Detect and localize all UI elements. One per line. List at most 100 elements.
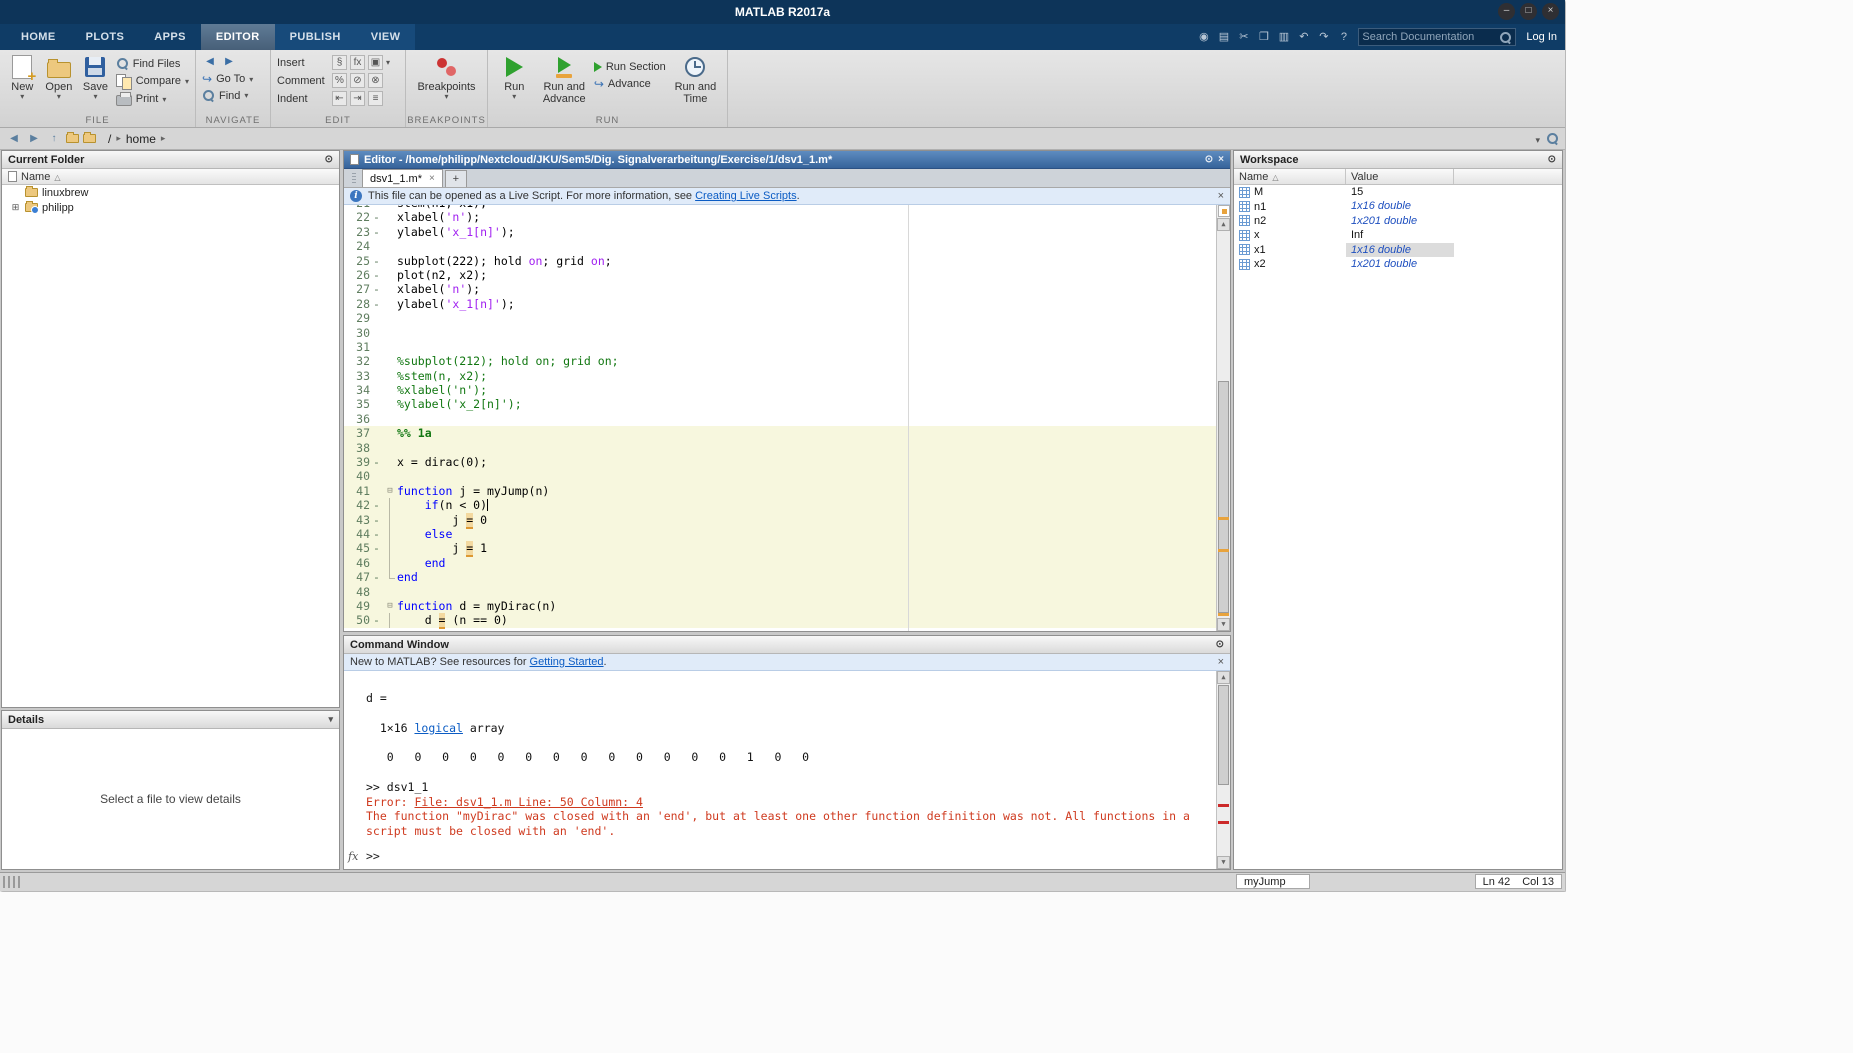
scroll-down-icon[interactable] — [1217, 856, 1230, 869]
maximize-icon[interactable] — [1520, 3, 1537, 20]
community-icon[interactable]: ◉ — [1195, 29, 1212, 46]
up-folder-icon[interactable]: ↑ — [46, 131, 62, 147]
cut-icon[interactable]: ✂ — [1235, 29, 1252, 46]
panel-menu-icon[interactable] — [325, 153, 333, 167]
fold-icon[interactable] — [383, 484, 397, 498]
go-forward-icon[interactable]: ▶ — [221, 55, 237, 69]
code-line-26[interactable]: 26-plot(n2, x2); — [344, 268, 1230, 282]
doc-search-box[interactable] — [1358, 28, 1516, 46]
ribbon-tab-plots[interactable]: PLOTS — [71, 24, 140, 50]
error-marker[interactable] — [1218, 804, 1229, 807]
code-line-48[interactable]: 48 — [344, 585, 1230, 599]
command-window-body[interactable]: d = 1×16 logical array 0 0 0 0 0 0 0 0 0… — [344, 671, 1230, 869]
variable-row[interactable]: n11x16 double — [1234, 199, 1562, 213]
scroll-down-icon[interactable] — [1217, 618, 1230, 631]
find-button[interactable]: Find — [202, 89, 264, 102]
code-line-43[interactable]: 43- j = 0 — [344, 513, 1230, 527]
folder-icon[interactable]: ▤ — [1215, 29, 1232, 46]
variable-value-cell[interactable]: 1x16 double — [1346, 199, 1454, 213]
insert-annotation-icon[interactable]: ▣ — [368, 55, 383, 70]
panel-menu-icon[interactable] — [1216, 638, 1224, 652]
uncomment-icon[interactable]: ⊗ — [368, 73, 383, 88]
login-link[interactable]: Log In — [1522, 31, 1561, 43]
search-input[interactable] — [1362, 31, 1499, 43]
code-line-37[interactable]: 37%% 1a — [344, 426, 1230, 440]
variable-name-cell[interactable]: n2 — [1234, 214, 1346, 228]
editor-scrollbar[interactable] — [1216, 205, 1230, 631]
path-search-icon[interactable] — [1546, 132, 1559, 145]
collapse-icon[interactable] — [328, 712, 333, 727]
workspace-columns[interactable]: Name Value — [1234, 169, 1562, 185]
new-button[interactable]: New — [6, 53, 39, 113]
code-line-44[interactable]: 44- else — [344, 527, 1230, 541]
name-column-header[interactable]: Name — [1239, 171, 1268, 183]
variable-row[interactable]: x11x16 double — [1234, 243, 1562, 257]
expand-icon[interactable] — [10, 202, 21, 213]
browse-folder-icon[interactable] — [66, 134, 79, 143]
forward-icon[interactable]: ▶ — [26, 131, 42, 147]
current-folder-header[interactable]: Current Folder — [2, 151, 339, 169]
new-tab-button[interactable] — [445, 170, 467, 187]
go-back-icon[interactable]: ◀ — [202, 55, 218, 69]
open-button[interactable]: Open — [43, 53, 76, 113]
minimize-icon[interactable] — [1498, 3, 1515, 20]
code-line-36[interactable]: 36 — [344, 412, 1230, 426]
panel-menu-icon[interactable] — [1205, 153, 1213, 167]
code-line-31[interactable]: 31 — [344, 340, 1230, 354]
variable-value-cell[interactable]: 1x201 double — [1346, 257, 1454, 271]
search-icon[interactable] — [1499, 31, 1512, 44]
title-bar[interactable]: MATLAB R2017a — [0, 0, 1565, 24]
comment-icon[interactable]: % — [332, 73, 347, 88]
breakpoints-button[interactable]: Breakpoints — [412, 53, 481, 113]
warning-marker[interactable] — [1218, 549, 1229, 552]
ribbon-tab-editor[interactable]: EDITOR — [201, 24, 275, 50]
variable-name-cell[interactable]: n1 — [1234, 199, 1346, 213]
creating-live-scripts-link[interactable]: Creating Live Scripts — [695, 190, 797, 202]
code-line-23[interactable]: 23-ylabel('x_1[n]'); — [344, 225, 1230, 239]
code-line-24[interactable]: 24 — [344, 239, 1230, 253]
fold-icon[interactable] — [383, 599, 397, 613]
variable-row[interactable]: M15 — [1234, 185, 1562, 199]
variable-row[interactable]: n21x201 double — [1234, 214, 1562, 228]
error-marker[interactable] — [1218, 821, 1229, 824]
code-line-39[interactable]: 39-x = dirac(0); — [344, 455, 1230, 469]
code-line-30[interactable]: 30 — [344, 326, 1230, 340]
mlint-indicator[interactable] — [1218, 205, 1230, 217]
command-window-header[interactable]: Command Window — [344, 636, 1230, 654]
code-editor[interactable]: 21-stem(n1, x1);22-xlabel('n');23-ylabel… — [344, 205, 1230, 631]
current-function-indicator[interactable]: myJump — [1236, 874, 1310, 889]
scroll-up-icon[interactable] — [1217, 218, 1230, 231]
go-to-button[interactable]: Go To — [202, 72, 264, 86]
code-line-45[interactable]: 45- j = 1 — [344, 541, 1230, 555]
code-line-32[interactable]: 32%subplot(212); hold on; grid on; — [344, 354, 1230, 368]
smart-indent-icon[interactable]: ≡ — [368, 91, 383, 106]
value-column-header[interactable]: Value — [1351, 171, 1378, 183]
insert-section-icon[interactable]: § — [332, 55, 347, 70]
help-icon[interactable]: ? — [1335, 29, 1352, 46]
editor-header[interactable]: Editor - /home/philipp/Nextcloud/JKU/Sem… — [344, 151, 1230, 169]
banner-close-icon[interactable] — [1218, 656, 1224, 668]
insert-function-icon[interactable]: fx — [350, 55, 365, 70]
tab-close-icon[interactable] — [429, 173, 435, 184]
code-line-28[interactable]: 28-ylabel('x_1[n]'); — [344, 297, 1230, 311]
run-section-button[interactable]: Run Section — [594, 61, 666, 73]
scrollbar-thumb[interactable] — [1218, 381, 1229, 613]
code-line-42[interactable]: 42- if(n < 0) — [344, 498, 1230, 512]
warning-marker[interactable] — [1218, 613, 1229, 616]
undo-icon[interactable]: ↶ — [1295, 29, 1312, 46]
code-line-27[interactable]: 27-xlabel('n'); — [344, 282, 1230, 296]
details-header[interactable]: Details — [2, 711, 339, 729]
command-prompt[interactable]: >> — [366, 849, 380, 864]
panel-menu-icon[interactable] — [1548, 153, 1556, 167]
folder-item[interactable]: philipp — [2, 200, 339, 215]
current-folder-columns[interactable]: Name — [2, 169, 339, 185]
indent-icon[interactable]: ⇥ — [350, 91, 365, 106]
code-line-40[interactable]: 40 — [344, 469, 1230, 483]
back-icon[interactable]: ◀ — [6, 131, 22, 147]
code-line-33[interactable]: 33%stem(n, x2); — [344, 369, 1230, 383]
variable-value-cell[interactable]: 15 — [1346, 185, 1454, 199]
advance-button[interactable]: Advance — [594, 77, 666, 91]
output-link[interactable]: logical — [414, 721, 462, 735]
ribbon-tab-home[interactable]: HOME — [6, 24, 71, 50]
variable-name-cell[interactable]: M — [1234, 185, 1346, 199]
